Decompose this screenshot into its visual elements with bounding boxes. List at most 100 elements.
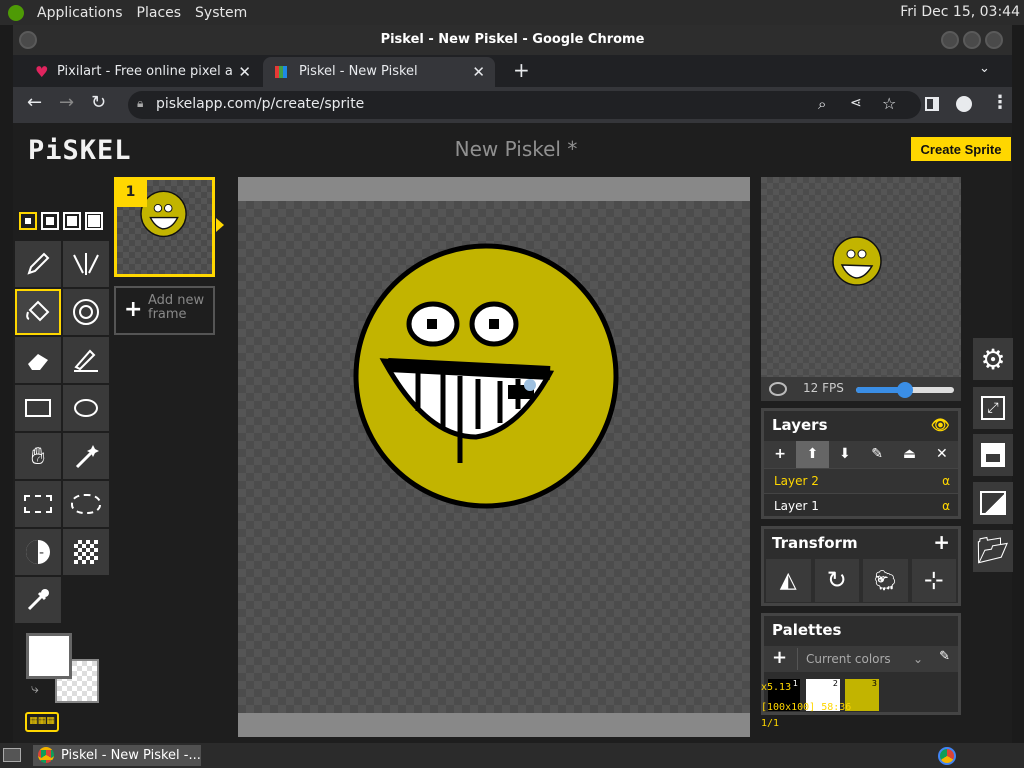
gnome-foot-icon[interactable] (8, 4, 24, 21)
settings-button[interactable]: ⚙︎ (973, 338, 1013, 380)
tab-search-icon[interactable]: ⌄ (979, 61, 990, 76)
taskbar-window-item[interactable]: Piskel - New Piskel -... (33, 745, 201, 766)
add-transform-icon[interactable]: + (933, 532, 950, 552)
center-align-icon[interactable]: ⊹ (911, 559, 956, 602)
add-new-frame-button[interactable]: + Add new frame (114, 286, 215, 335)
reload-icon[interactable]: ↻ (91, 92, 106, 113)
back-icon[interactable]: ← (27, 92, 42, 113)
rectangle-selection-tool[interactable] (15, 481, 61, 527)
window-menu-button[interactable] (19, 31, 37, 49)
fps-slider-handle[interactable] (897, 382, 913, 398)
applications-menu[interactable]: Applications (30, 5, 130, 21)
floppy-disk-icon (981, 443, 1005, 467)
places-menu[interactable]: Places (130, 5, 189, 21)
swatch-index: 1 (792, 679, 798, 688)
move-layer-down-icon[interactable]: ⬇︎ (829, 441, 861, 468)
rotate-icon[interactable]: ↻ (814, 559, 859, 602)
new-tab-icon[interactable]: + (513, 58, 530, 82)
chrome-tray-icon[interactable] (938, 747, 956, 765)
swap-colors-icon[interactable]: ⤷ (31, 681, 39, 697)
maximize-button[interactable] (963, 31, 981, 49)
frame-thumbnail[interactable]: 1 (114, 177, 224, 277)
eyedropper-icon (27, 589, 49, 611)
rectangle-tool[interactable] (15, 385, 61, 431)
dithering-tool[interactable] (63, 529, 109, 575)
layer-item-layer-2[interactable]: Layer 2 α (764, 468, 958, 493)
transform-title: Transform + (764, 529, 958, 559)
hand-icon: ✋︎ (31, 442, 45, 470)
canvas-size-info: [100x100] 58:36 (761, 702, 852, 713)
paint-bucket-tool[interactable] (15, 289, 61, 335)
move-layer-up-icon[interactable]: ⬆︎ (796, 441, 829, 468)
circle-tool[interactable] (63, 385, 109, 431)
preview-image[interactable] (761, 177, 961, 377)
document-title[interactable]: New Piskel * (393, 137, 639, 161)
chrome-menu-icon[interactable]: ⋮ (991, 92, 1009, 113)
keyboard-shortcuts-icon[interactable]: ▦▦▦ (25, 712, 59, 732)
paint-same-color-tool[interactable] (63, 289, 109, 335)
lock-icon[interactable]: 🔒︎ (137, 96, 143, 111)
pen-size-4[interactable] (85, 212, 103, 230)
save-button[interactable] (973, 434, 1013, 476)
system-menu[interactable]: System (188, 5, 254, 21)
palette-select[interactable]: Current colors ⌄ (797, 648, 927, 670)
lasso-selection-tool[interactable] (63, 481, 109, 527)
show-desktop-icon[interactable] (3, 748, 21, 762)
pen-size-2[interactable] (41, 212, 59, 230)
paint-bucket-icon (26, 300, 50, 322)
forward-icon[interactable]: → (59, 92, 74, 113)
zoom-search-icon[interactable]: ⌕ (818, 95, 826, 113)
primary-color-swatch[interactable] (26, 633, 72, 679)
layer-opacity-icon[interactable]: α (942, 494, 950, 519)
bookmark-star-icon[interactable]: ☆ (882, 94, 896, 113)
edit-palette-icon[interactable]: ✎ (939, 649, 950, 664)
export-button[interactable] (973, 482, 1013, 524)
color-picker-tool[interactable] (15, 577, 61, 623)
edit-layer-icon[interactable]: ✎ (861, 441, 893, 468)
import-button[interactable]: 📂︎ (973, 530, 1013, 572)
pen-size-3[interactable] (63, 212, 81, 230)
vertical-mirror-pen-tool[interactable] (63, 241, 109, 287)
tab-piskel[interactable]: Piskel - New Piskel ✕ (263, 57, 495, 87)
canvas-grid[interactable] (238, 201, 750, 713)
piskel-logo[interactable]: PiSKEL (28, 135, 132, 166)
close-tab-icon[interactable]: ✕ (472, 57, 485, 87)
stroke-tool[interactable] (63, 337, 109, 383)
eraser-tool[interactable] (15, 337, 61, 383)
onion-skin-icon[interactable] (769, 382, 787, 396)
fps-slider[interactable] (856, 382, 954, 398)
layer-item-layer-1[interactable]: Layer 1 α (764, 493, 958, 518)
delete-layer-icon[interactable]: ✕ (926, 441, 958, 468)
create-sprite-button[interactable]: Create Sprite (911, 137, 1011, 161)
clock[interactable]: Fri Dec 15, 03:44 (900, 4, 1020, 20)
magic-bucket-icon (73, 299, 99, 325)
move-tool[interactable]: ✋︎ (15, 433, 61, 479)
palettes-title: Palettes (772, 621, 842, 639)
tab-pixilart[interactable]: ♥ Pixilart - Free online pixel art ✕ (21, 57, 261, 87)
add-layer-icon[interactable]: + (764, 441, 796, 468)
close-window-button[interactable] (985, 31, 1003, 49)
circle-icon (74, 399, 98, 417)
layer-opacity-icon[interactable]: α (942, 469, 950, 494)
close-tab-icon[interactable]: ✕ (234, 57, 251, 87)
flip-icon[interactable]: ◭ (766, 559, 811, 602)
profile-icon[interactable] (956, 96, 972, 112)
minimize-button[interactable] (941, 31, 959, 49)
resize-button[interactable]: ⤢ (973, 387, 1013, 429)
clone-sheep-icon[interactable]: 🐑︎ (863, 559, 908, 602)
pen-size-1[interactable] (19, 212, 37, 230)
drawing-canvas[interactable] (238, 177, 750, 737)
address-bar[interactable]: 🔒︎ piskelapp.com/p/create/sprite ⌕ ⋖ ☆ (128, 91, 921, 119)
eye-icon[interactable]: 👁︎ (931, 416, 950, 434)
add-palette-icon[interactable]: + (772, 647, 787, 668)
lighten-tool[interactable]: - (15, 529, 61, 575)
side-panel-icon[interactable] (925, 97, 939, 111)
shape-selection-tool[interactable] (63, 433, 109, 479)
pen-tool[interactable] (15, 241, 61, 287)
layer-name: Layer 1 (774, 499, 819, 513)
merge-layer-icon[interactable]: ⏏︎ (893, 441, 925, 468)
transform-title-text: Transform (772, 534, 858, 552)
share-icon[interactable]: ⋖ (850, 95, 862, 111)
window-titlebar[interactable]: Piskel - New Piskel - Google Chrome (13, 25, 1012, 55)
chevron-down-icon: ⌄ (912, 652, 923, 666)
